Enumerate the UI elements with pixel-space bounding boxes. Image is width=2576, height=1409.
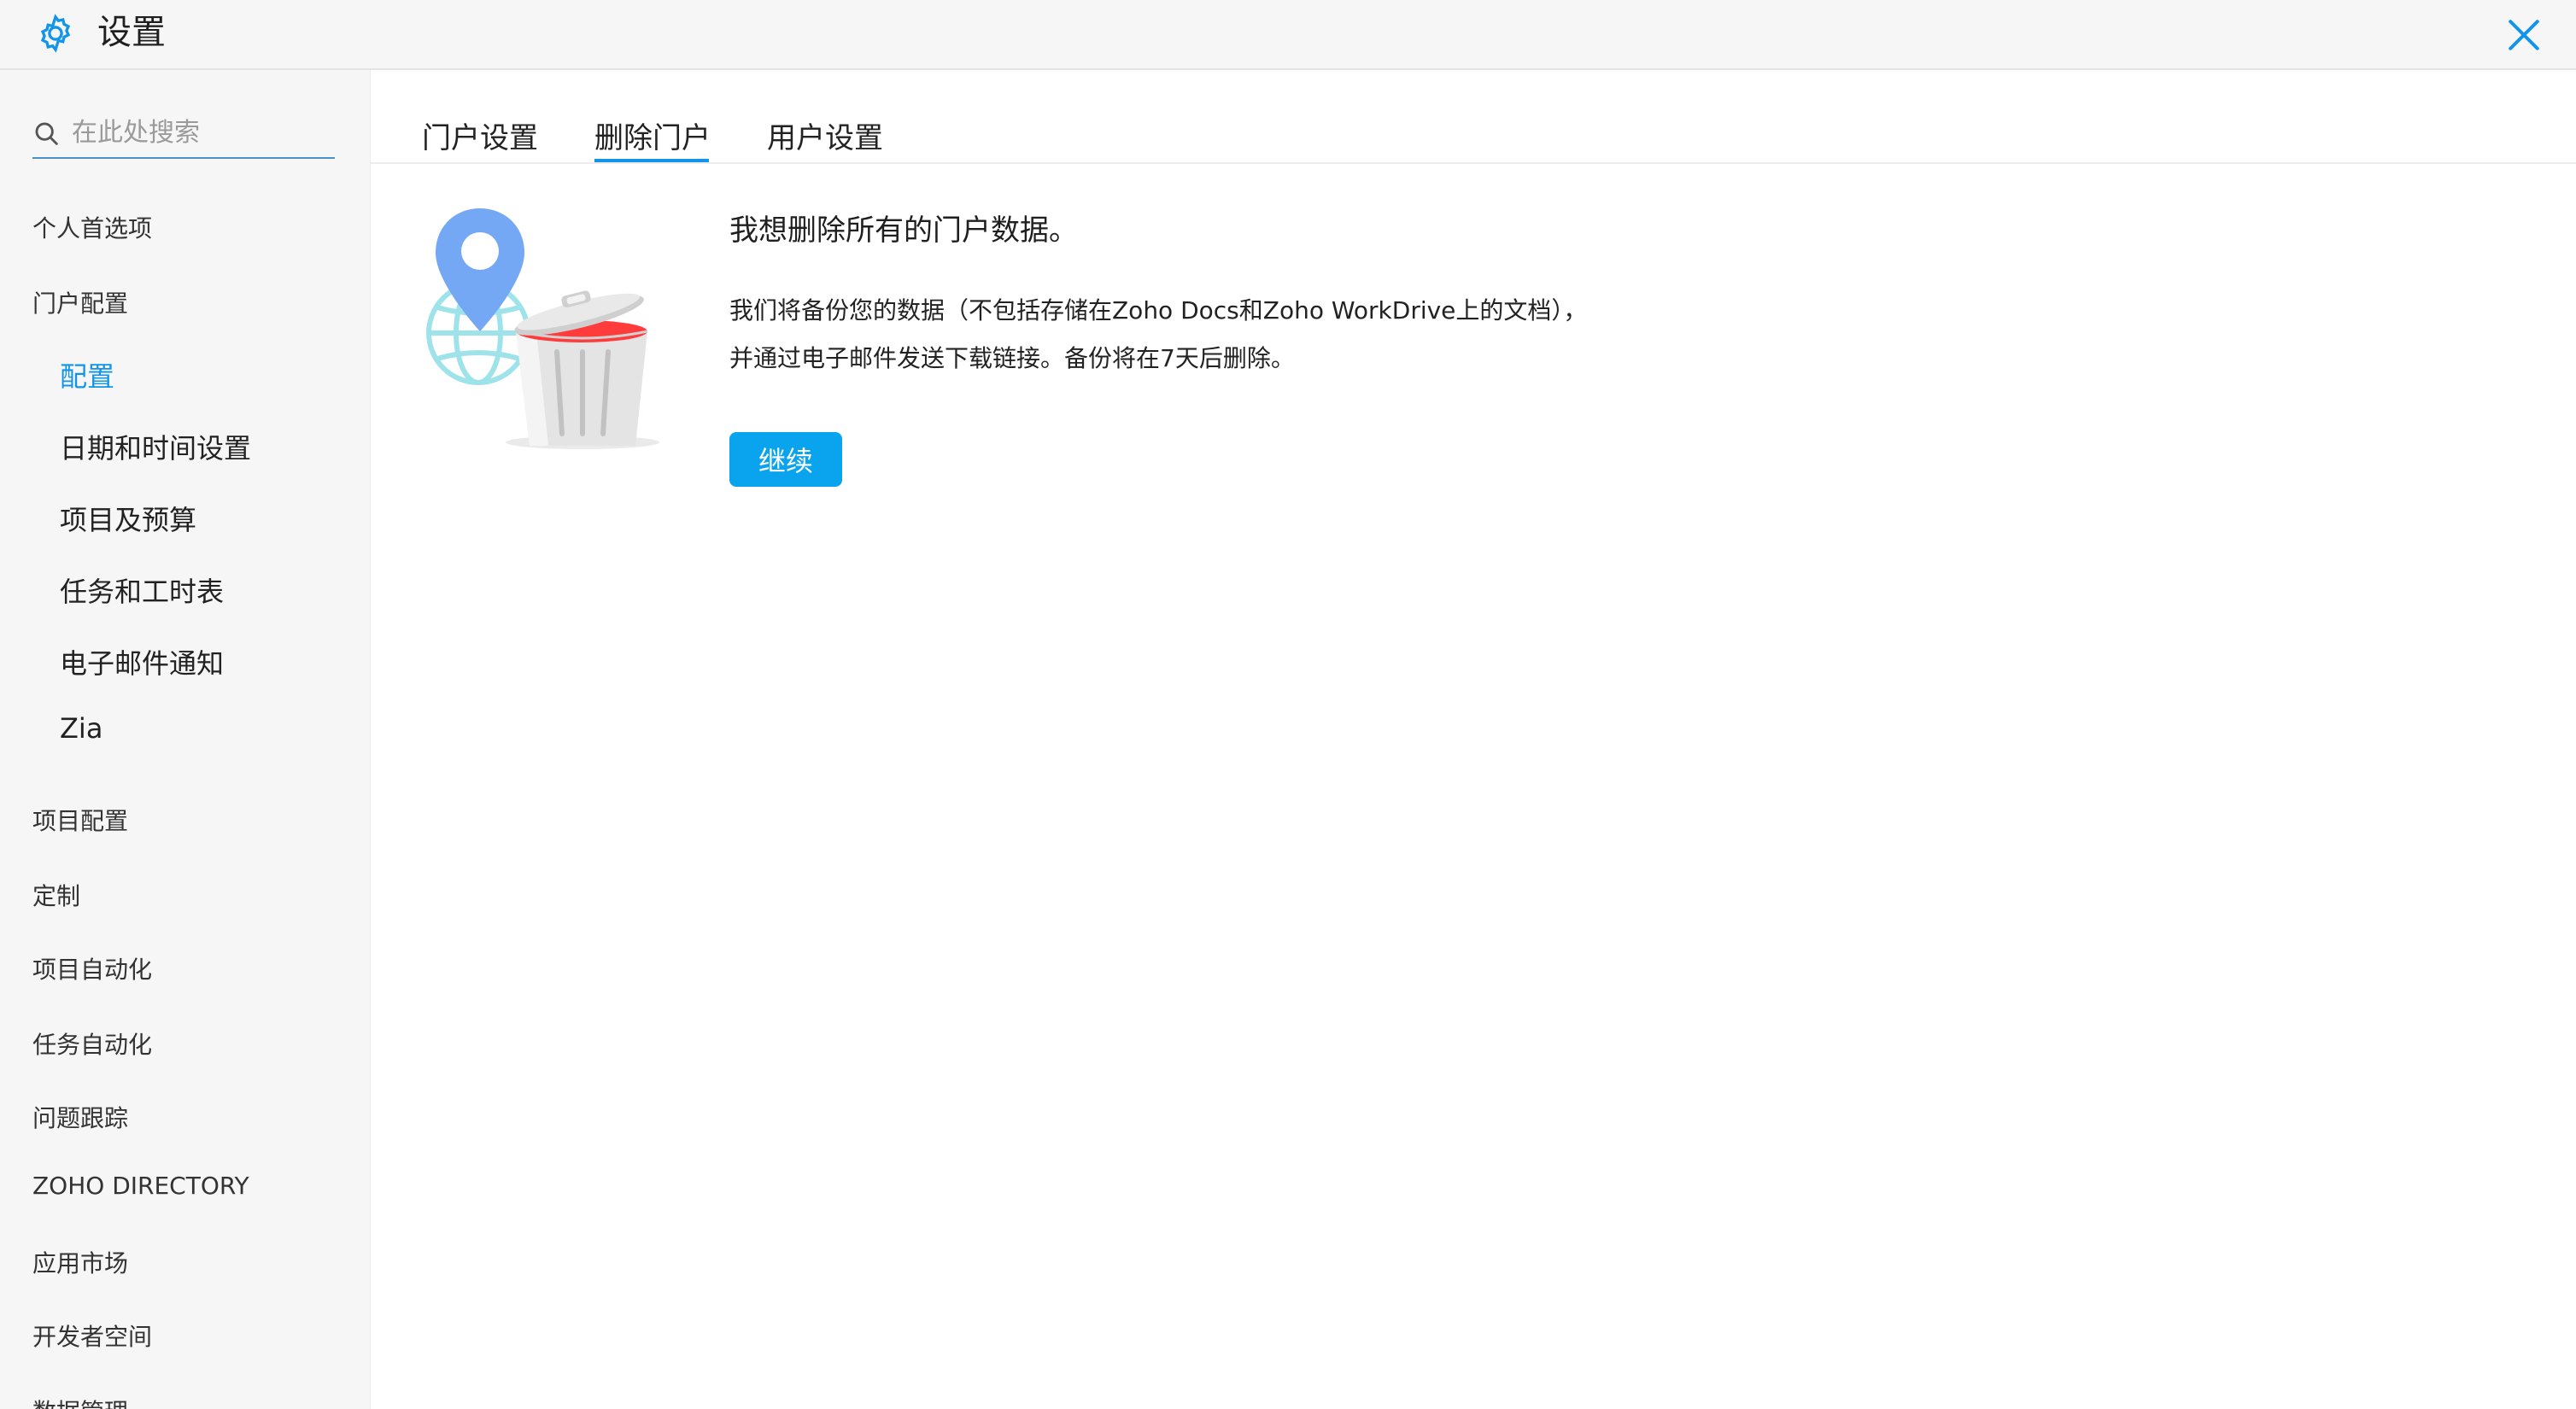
sidebar-item-project-configuration[interactable]: 项目配置: [32, 803, 128, 837]
sidebar-item-personal-preferences[interactable]: 个人首选项: [32, 210, 152, 244]
tab-portal-settings[interactable]: 门户设置: [422, 114, 538, 156]
sidebar-item-developer-space[interactable]: 开发者空间: [32, 1318, 152, 1353]
search-icon: [35, 122, 58, 145]
sidebar-item-zia[interactable]: Zia: [60, 712, 102, 745]
page-title: 设置: [97, 13, 166, 52]
tab-user-settings[interactable]: 用户设置: [767, 114, 883, 156]
settings-tabs: 门户设置 删除门户 用户设置: [371, 70, 2576, 164]
settings-sidebar: 个人首选项 门户配置 配置 日期和时间设置 项目及预算 任务和工时表 电子邮件通…: [0, 70, 371, 1409]
sidebar-item-tasks-timesheets[interactable]: 任务和工时表: [60, 570, 224, 610]
continue-button[interactable]: 继续: [729, 432, 842, 487]
sidebar-item-customization[interactable]: 定制: [32, 878, 80, 912]
sidebar-item-configuration[interactable]: 配置: [60, 355, 114, 395]
sidebar-item-projects-budget[interactable]: 项目及预算: [60, 499, 196, 538]
active-tab-indicator: [594, 159, 709, 162]
sidebar-item-marketplace[interactable]: 应用市场: [32, 1245, 128, 1279]
close-icon[interactable]: [2501, 12, 2547, 58]
delete-portal-illustration: [426, 208, 659, 449]
settings-header: 设置: [0, 0, 2576, 70]
trash-can-icon: [506, 290, 659, 449]
sidebar-item-task-automation[interactable]: 任务自动化: [32, 1026, 152, 1061]
sidebar-item-portal-configuration[interactable]: 门户配置: [32, 285, 128, 319]
search-box: [32, 104, 335, 159]
delete-portal-description: 我们将备份您的数据（不包括存储在Zoho Docs和Zoho WorkDrive…: [729, 296, 1588, 372]
gear-icon: [40, 14, 71, 53]
search-input[interactable]: [70, 113, 330, 152]
sidebar-item-project-automation[interactable]: 项目自动化: [32, 951, 152, 985]
sidebar-item-email-notifications[interactable]: 电子邮件通知: [60, 642, 224, 681]
sidebar-item-data-management[interactable]: 数据管理: [32, 1394, 128, 1409]
tab-delete-portal[interactable]: 删除门户: [594, 114, 711, 156]
delete-portal-heading: 我想删除所有的门户数据。: [729, 213, 1078, 248]
sidebar-item-issue-tracker[interactable]: 问题跟踪: [32, 1100, 128, 1134]
sidebar-item-date-time-settings[interactable]: 日期和时间设置: [60, 427, 251, 466]
sidebar-item-zoho-directory[interactable]: ZOHO DIRECTORY: [32, 1172, 249, 1200]
